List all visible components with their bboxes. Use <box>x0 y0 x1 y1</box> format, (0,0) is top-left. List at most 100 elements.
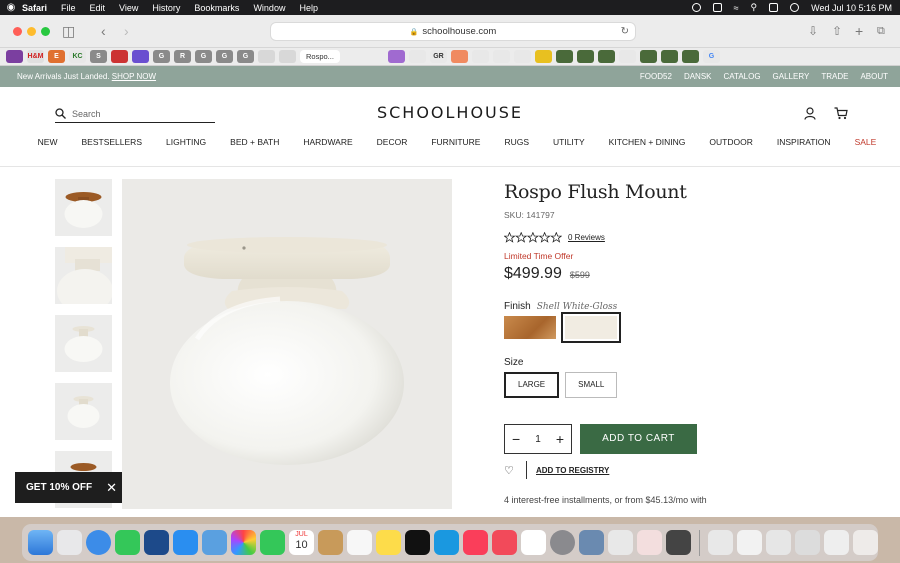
plus-icon[interactable]: + <box>556 431 564 447</box>
back-arrow-icon[interactable]: ‹ <box>101 23 106 39</box>
swatch-shell-white[interactable] <box>561 312 621 343</box>
nav-rugs[interactable]: RUGS <box>504 137 529 153</box>
thumbnail-3[interactable] <box>55 315 112 372</box>
battery-icon[interactable] <box>712 3 722 12</box>
nav-utility[interactable]: UTILITY <box>553 137 585 153</box>
heart-icon[interactable]: ♡ <box>504 464 518 477</box>
add-to-cart-button[interactable]: ADD TO CART <box>580 424 697 454</box>
nav-new[interactable]: NEW <box>38 137 58 153</box>
favorite-hm[interactable]: H&M <box>27 50 44 63</box>
nav-inspiration[interactable]: INSPIRATION <box>777 137 831 153</box>
menu-bookmarks[interactable]: Bookmarks <box>194 3 239 13</box>
promo-link-dansk[interactable]: DANSK <box>684 72 712 81</box>
menu-history[interactable]: History <box>152 3 180 13</box>
site-logo[interactable]: SCHOOLHOUSE <box>0 103 900 122</box>
trash-icon[interactable] <box>853 530 878 555</box>
nav-bestsellers[interactable]: BESTSELLERS <box>82 137 142 153</box>
promo-link-about[interactable]: ABOUT <box>860 72 888 81</box>
favorite-icon[interactable] <box>279 50 296 63</box>
reminders-icon[interactable] <box>347 530 372 555</box>
notes-icon[interactable] <box>376 530 401 555</box>
maps-icon[interactable] <box>202 530 227 555</box>
favorite-g[interactable]: G <box>153 50 170 63</box>
favorite-google[interactable]: G <box>702 50 720 63</box>
nav-decor[interactable]: DECOR <box>377 137 408 153</box>
promo-link-trade[interactable]: TRADE <box>821 72 848 81</box>
favorite-icon[interactable] <box>555 50 573 63</box>
favorite-icon[interactable] <box>681 50 699 63</box>
promo-link-food52[interactable]: FOOD52 <box>640 72 672 81</box>
cart-icon[interactable] <box>834 107 848 120</box>
nav-kitchen-dining[interactable]: KITCHEN + DINING <box>609 137 686 153</box>
promo-link-gallery[interactable]: GALLERY <box>773 72 810 81</box>
swatch-brass[interactable] <box>504 316 556 339</box>
control-center-icon[interactable] <box>769 3 779 12</box>
favorite-s[interactable]: S <box>90 50 107 63</box>
safari-icon[interactable] <box>86 530 111 555</box>
account-icon[interactable] <box>804 107 816 120</box>
zoom-window-button[interactable] <box>41 27 50 36</box>
downloads-icon[interactable]: ⇩ <box>808 23 818 39</box>
thumbnail-4[interactable] <box>55 383 112 440</box>
close-window-button[interactable] <box>13 27 22 36</box>
promo-link-catalog[interactable]: CATALOG <box>724 72 761 81</box>
favorite-icon[interactable] <box>534 50 552 63</box>
star-rating-icon[interactable] <box>504 232 562 243</box>
app-icon[interactable] <box>144 530 169 555</box>
favorite-icon[interactable] <box>450 50 468 63</box>
menu-clock[interactable]: Wed Jul 10 5:16 PM <box>811 3 892 13</box>
favorite-g3[interactable]: G <box>216 50 233 63</box>
menu-edit[interactable]: Edit <box>90 3 106 13</box>
document-icon[interactable] <box>708 530 733 555</box>
favorite-icon[interactable] <box>576 50 594 63</box>
search-spotlight-icon[interactable]: ⚲ <box>751 2 758 13</box>
nav-outdoor[interactable]: OUTDOOR <box>709 137 752 153</box>
favorite-e[interactable]: E <box>48 50 65 63</box>
favorite-icon[interactable] <box>639 50 657 63</box>
favorite-icon[interactable] <box>387 50 405 63</box>
favorite-kc[interactable]: KC <box>69 50 86 63</box>
menu-window[interactable]: Window <box>253 3 285 13</box>
new-tab-icon[interactable]: + <box>855 23 863 39</box>
discount-popup[interactable]: GET 10% OFF ✕ <box>15 472 122 503</box>
menu-help[interactable]: Help <box>299 3 318 13</box>
app-icon[interactable] <box>637 530 662 555</box>
freeform-icon[interactable] <box>521 530 546 555</box>
quantity-value[interactable]: 1 <box>535 434 541 445</box>
favorite-icon[interactable] <box>492 50 510 63</box>
favorite-icon[interactable] <box>618 50 636 63</box>
photos-icon[interactable] <box>231 530 256 555</box>
favorite-icon[interactable] <box>513 50 531 63</box>
share-icon[interactable]: ⇧ <box>832 23 842 39</box>
favorite-g4[interactable]: G <box>237 50 254 63</box>
messages-icon[interactable] <box>115 530 140 555</box>
tab-overview-icon[interactable]: ⧉ <box>877 23 885 39</box>
wifi-icon[interactable]: ≈ <box>734 3 739 13</box>
minus-icon[interactable]: − <box>512 431 520 447</box>
product-main-image[interactable] <box>122 179 452 509</box>
nav-hardware[interactable]: HARDWARE <box>303 137 352 153</box>
size-large-button[interactable]: LARGE <box>504 372 560 398</box>
thumbnail-2[interactable] <box>55 247 112 304</box>
favorite-r[interactable]: R <box>174 50 191 63</box>
close-icon[interactable]: ✕ <box>106 480 117 496</box>
favorite-icon[interactable] <box>597 50 615 63</box>
favorite-icon[interactable] <box>258 50 275 63</box>
play-status-icon[interactable] <box>691 3 701 12</box>
favorite-icon[interactable] <box>408 50 426 63</box>
active-tab-rospo[interactable]: Rospo... <box>300 50 340 63</box>
thumbnail-1[interactable] <box>55 179 112 236</box>
preview-icon[interactable] <box>579 530 604 555</box>
sidebar-toggle-icon[interactable]: ◫ <box>62 23 75 39</box>
facetime-icon[interactable] <box>260 530 285 555</box>
favorite-icon[interactable] <box>660 50 678 63</box>
textedit-icon[interactable] <box>608 530 633 555</box>
forward-arrow-icon[interactable]: › <box>124 23 129 39</box>
add-to-registry-link[interactable]: ADD TO REGISTRY <box>536 466 609 475</box>
document-icon[interactable] <box>824 530 849 555</box>
nav-bed-bath[interactable]: BED + BATH <box>230 137 279 153</box>
menu-file[interactable]: File <box>61 3 76 13</box>
menu-view[interactable]: View <box>119 3 138 13</box>
document-icon[interactable] <box>766 530 791 555</box>
minimize-window-button[interactable] <box>27 27 36 36</box>
